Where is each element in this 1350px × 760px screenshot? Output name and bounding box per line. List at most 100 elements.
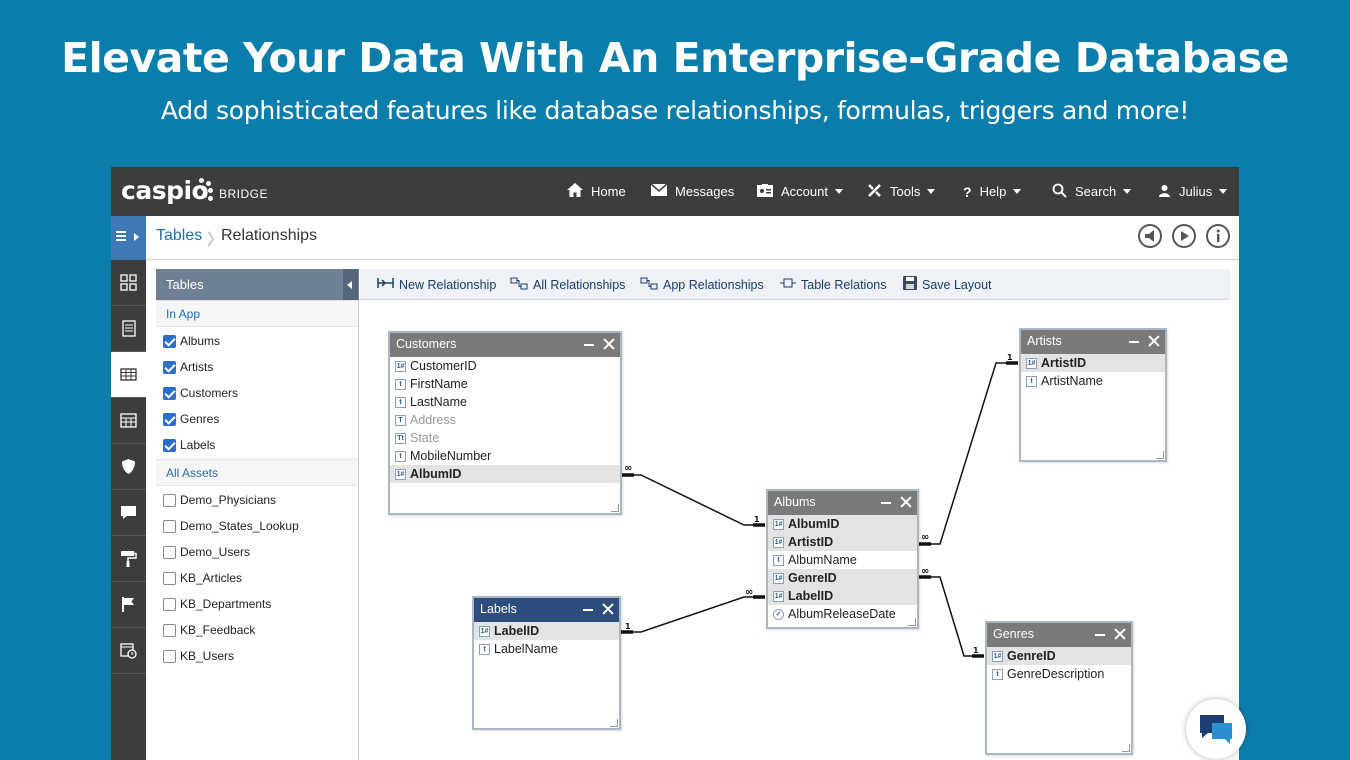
text-field-icon: T — [395, 414, 406, 426]
table-title: Labels — [480, 602, 517, 616]
text-field-icon: t — [773, 554, 784, 566]
number-field-icon: 1# — [773, 518, 784, 530]
minimize-icon[interactable] — [582, 336, 596, 352]
minimize-icon[interactable] — [581, 601, 595, 617]
field-row[interactable]: 1# GenreID — [987, 647, 1131, 665]
field-row[interactable]: 1# CustomerID — [390, 357, 620, 375]
resize-handle[interactable] — [611, 504, 619, 512]
field-name: ArtistID — [1041, 356, 1087, 370]
field-row[interactable]: 1# ArtistID — [768, 533, 917, 551]
close-icon[interactable] — [1146, 333, 1162, 349]
field-name: AlbumID — [788, 517, 840, 531]
hero-title: Elevate Your Data With An Enterprise-Gra… — [61, 34, 1289, 82]
field-row[interactable]: 1# LabelID — [474, 622, 619, 640]
field-name: Address — [410, 413, 456, 427]
table-header[interactable]: Albums — [768, 491, 917, 515]
field-name: AlbumID — [410, 467, 462, 481]
field-row[interactable]: 1# LabelID — [768, 587, 917, 605]
many-marker: ∞ — [921, 532, 929, 543]
number-field-icon: 1# — [992, 650, 1003, 662]
resize-handle[interactable] — [908, 618, 916, 626]
table-header[interactable]: Labels — [474, 598, 619, 622]
one-marker: 1 — [754, 515, 760, 524]
field-name: ArtistID — [788, 535, 834, 549]
field-name: LastName — [410, 395, 467, 409]
close-icon[interactable] — [898, 494, 914, 510]
resize-handle[interactable] — [1156, 451, 1164, 459]
one-marker: 1 — [625, 622, 631, 631]
minimize-icon[interactable] — [1127, 333, 1141, 349]
table-title: Genres — [993, 627, 1034, 641]
hero-subtitle: Add sophisticated features like database… — [160, 96, 1190, 125]
field-name: GenreDescription — [1007, 667, 1105, 681]
number-field-icon: 1# — [479, 625, 490, 637]
field-name: LabelName — [494, 642, 558, 656]
text-field-icon: t — [395, 378, 406, 390]
field-row[interactable]: T Address — [390, 411, 620, 429]
table-title: Customers — [396, 337, 457, 351]
many-marker: ∞ — [624, 463, 632, 474]
number-field-icon: 1# — [773, 572, 784, 584]
table-title: Albums — [774, 495, 816, 509]
text-field-icon: Tt — [395, 432, 406, 444]
one-marker: 1 — [1007, 353, 1013, 362]
field-name: AlbumName — [788, 553, 857, 567]
many-marker: ∞ — [921, 566, 929, 577]
genres-table[interactable]: Genres 1# GenreID t GenreDescription — [985, 621, 1133, 755]
chat-bubbles-icon — [1200, 715, 1232, 744]
albums-table[interactable]: Albums 1# AlbumID 1# ArtistID t AlbumName 1… — [766, 489, 919, 629]
field-row[interactable]: t AlbumName — [768, 551, 917, 569]
field-row[interactable]: 1# ArtistID — [1021, 354, 1165, 372]
field-name: AlbumReleaseDate — [788, 607, 896, 621]
date-field-icon: ✓ — [773, 608, 784, 620]
field-row[interactable]: ✓ AlbumReleaseDate — [768, 605, 917, 623]
field-name: GenreID — [788, 571, 837, 585]
app-window: caspio BRIDGE Home Messages Account Tool… — [111, 167, 1239, 760]
minimize-icon[interactable] — [1093, 626, 1107, 642]
many-marker: ∞ — [745, 587, 753, 598]
field-name: ArtistName — [1041, 374, 1103, 388]
chat-button[interactable] — [1186, 699, 1246, 759]
field-name: FirstName — [410, 377, 468, 391]
field-name: LabelID — [788, 589, 834, 603]
close-icon[interactable] — [1112, 626, 1128, 642]
table-header[interactable]: Artists — [1021, 330, 1165, 354]
close-icon[interactable] — [601, 336, 617, 352]
table-header[interactable]: Genres — [987, 623, 1131, 647]
one-marker: 1 — [973, 646, 979, 655]
resize-handle[interactable] — [1122, 744, 1130, 752]
field-name: LabelID — [494, 624, 540, 638]
resize-handle[interactable] — [610, 719, 618, 727]
table-header[interactable]: Customers — [390, 333, 620, 357]
field-row[interactable]: 1# GenreID — [768, 569, 917, 587]
text-field-icon: t — [1026, 375, 1037, 387]
labels-table[interactable]: Labels 1# LabelID t LabelName — [472, 596, 621, 730]
field-name: MobileNumber — [410, 449, 492, 463]
field-row[interactable]: t LastName — [390, 393, 620, 411]
number-field-icon: 1# — [395, 468, 406, 480]
text-field-icon: t — [479, 643, 490, 655]
field-row[interactable]: t LabelName — [474, 640, 619, 658]
number-field-icon: 1# — [773, 536, 784, 548]
field-row[interactable]: Tt State — [390, 429, 620, 447]
field-row[interactable]: t FirstName — [390, 375, 620, 393]
text-field-icon: t — [992, 668, 1003, 680]
field-name: CustomerID — [410, 359, 477, 373]
number-field-icon: 1# — [773, 590, 784, 602]
minimize-icon[interactable] — [879, 494, 893, 510]
customers-table[interactable]: Customers 1# CustomerID t FirstName t LastN… — [388, 331, 622, 515]
field-name: State — [410, 431, 440, 445]
close-icon[interactable] — [600, 601, 616, 617]
field-name: GenreID — [1007, 649, 1056, 663]
text-field-icon: t — [395, 450, 406, 462]
number-field-icon: 1# — [395, 360, 406, 372]
number-field-icon: 1# — [1026, 357, 1037, 369]
field-row[interactable]: t MobileNumber — [390, 447, 620, 465]
field-row[interactable]: 1# AlbumID — [768, 515, 917, 533]
text-field-icon: t — [395, 396, 406, 408]
field-row[interactable]: 1# AlbumID — [390, 465, 620, 483]
table-title: Artists — [1027, 334, 1062, 348]
field-row[interactable]: t ArtistName — [1021, 372, 1165, 390]
artists-table[interactable]: Artists 1# ArtistID t ArtistName — [1019, 328, 1167, 462]
field-row[interactable]: t GenreDescription — [987, 665, 1131, 683]
